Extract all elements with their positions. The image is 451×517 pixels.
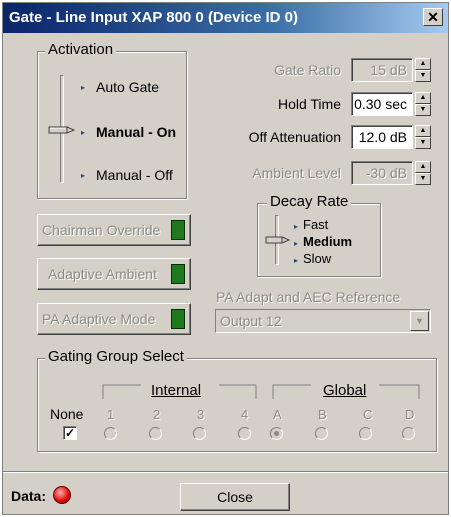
radio-internal-4[interactable] [238,427,251,440]
radio-internal-3[interactable] [193,427,206,440]
arrow-icon: ▸ [294,239,299,248]
chairman-override-button[interactable]: Chairman Override [37,214,191,246]
ambient-level-value: -30 dB [365,165,407,181]
gate-ratio-field[interactable]: 15 dB [351,58,413,82]
column-label: C [363,407,373,422]
pa-ref-select[interactable]: Output 12 ▼ [215,309,431,333]
arrow-icon: ▸ [81,83,86,92]
decay-rate-label: Decay Rate [267,193,352,210]
gate-dialog: Gate - Line Input XAP 800 0 (Device ID 0… [2,2,449,515]
ambient-level-field[interactable]: -30 dB [351,161,413,185]
hold-time-value: 0.30 sec [354,96,407,112]
window-title: Gate - Line Input XAP 800 0 (Device ID 0… [9,9,298,26]
off-attenuation-label: Off Attenuation [248,129,341,145]
close-button[interactable]: Close [180,483,290,511]
arrow-icon: ▸ [81,128,86,137]
hold-time-stepper[interactable]: ▲ ▼ [415,92,431,116]
ambient-level-label: Ambient Level [252,165,341,181]
arrow-icon: ▸ [294,256,299,265]
gating-group [37,358,437,452]
decay-slider-thumb[interactable] [265,234,291,246]
spin-up-icon[interactable]: ▲ [415,161,431,173]
gate-ratio-value: 15 dB [370,62,407,78]
spin-up-icon[interactable]: ▲ [415,58,431,70]
activation-label: Activation [45,41,117,58]
activation-option-manual-off[interactable]: Manual - Off [96,167,173,183]
column-label: A [273,407,282,422]
internal-label: Internal [151,382,202,399]
pa-ref-value: Output 12 [220,313,282,329]
title-bar[interactable]: Gate - Line Input XAP 800 0 (Device ID 0… [3,3,448,33]
off-attenuation-value: 12.0 dB [358,129,407,145]
pa-ref-label: PA Adapt and AEC Reference [216,289,401,305]
led-indicator [171,220,185,240]
arrow-icon: ▸ [81,171,86,180]
activation-option-manual-on[interactable]: Manual - On [96,124,176,140]
chairman-override-label: Chairman Override [42,222,161,238]
radio-global-c[interactable] [359,427,372,440]
spin-down-icon[interactable]: ▼ [415,137,431,149]
arrow-icon: ▸ [294,222,299,231]
data-status-led [53,486,71,504]
activation-option-auto[interactable]: Auto Gate [96,79,159,95]
data-label: Data: [11,488,47,504]
adaptive-ambient-label: Adaptive Ambient [48,266,157,282]
column-label: D [405,407,415,422]
gate-ratio-label: Gate Ratio [274,62,341,78]
radio-global-b[interactable] [315,427,328,440]
column-label: 2 [153,407,161,422]
none-label: None [50,406,84,422]
decay-option-slow[interactable]: Slow [303,251,331,266]
column-label: 4 [241,407,249,422]
spin-down-icon[interactable]: ▼ [415,104,431,116]
off-attenuation-field[interactable]: 12.0 dB [351,125,413,149]
spin-down-icon[interactable]: ▼ [415,173,431,185]
pa-adaptive-mode-label: PA Adaptive Mode [42,311,156,327]
radio-internal-1[interactable] [104,427,117,440]
gating-group-label: Gating Group Select [45,348,187,365]
spin-up-icon[interactable]: ▲ [415,125,431,137]
led-indicator [171,264,185,284]
spin-up-icon[interactable]: ▲ [415,92,431,104]
chevron-down-icon[interactable]: ▼ [410,311,429,331]
hold-time-label: Hold Time [277,96,341,112]
hold-time-field[interactable]: 0.30 sec [351,92,413,116]
global-label: Global [323,382,367,399]
radio-internal-2[interactable] [149,427,162,440]
adaptive-ambient-button[interactable]: Adaptive Ambient [37,258,191,290]
pa-adaptive-mode-button[interactable]: PA Adaptive Mode [37,303,191,335]
led-indicator [171,309,185,329]
column-label: 1 [107,407,115,422]
spin-down-icon[interactable]: ▼ [415,70,431,82]
gate-ratio-stepper[interactable]: ▲ ▼ [415,58,431,82]
radio-global-a[interactable] [270,427,283,440]
off-attenuation-stepper[interactable]: ▲ ▼ [415,125,431,149]
column-label: B [318,407,327,422]
decay-option-medium[interactable]: Medium [303,234,352,249]
close-button-label: Close [217,489,253,505]
radio-global-d[interactable] [402,427,415,440]
none-checkbox[interactable]: ✓ [63,426,77,440]
ambient-level-stepper[interactable]: ▲ ▼ [415,161,431,185]
footer-divider [3,471,448,473]
column-label: 3 [197,407,205,422]
decay-option-fast[interactable]: Fast [303,217,328,232]
close-icon[interactable]: ✕ [423,8,443,26]
activation-slider-thumb[interactable] [48,123,76,137]
